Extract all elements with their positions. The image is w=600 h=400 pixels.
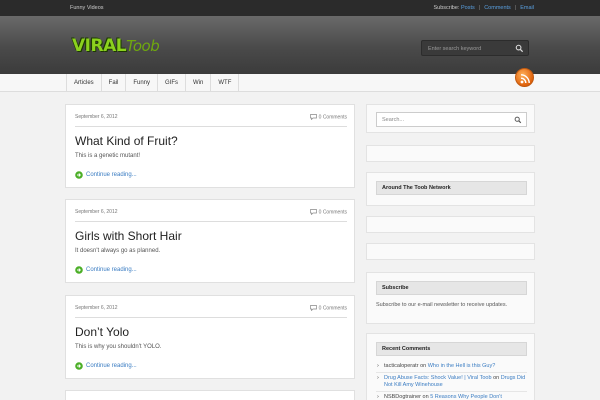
comment-bubble-icon xyxy=(309,209,317,215)
network-widget: Around The Toob Network xyxy=(366,172,535,206)
main-nav-bar: Articles Fail Funny GIFs Win WTF xyxy=(0,74,600,92)
nav-item-funny[interactable]: Funny xyxy=(125,74,157,92)
recent-comments-widget: Recent Comments › tacticaloperatr on Who … xyxy=(366,333,535,400)
header-search-input[interactable] xyxy=(428,44,513,53)
site-tagline: Funny Videos xyxy=(70,5,104,11)
list-item: › Drug Abuse Facts: Shock Value! | Viral … xyxy=(376,373,527,392)
email-subscribe-link[interactable]: Email xyxy=(520,5,534,11)
widget-title: Around The Toob Network xyxy=(376,181,527,195)
list-item: › NSBDogtrainer on 5 Reasons Why People D… xyxy=(376,392,527,400)
post-card xyxy=(65,390,355,400)
category-nav: Articles Fail Funny GIFs Win WTF xyxy=(66,74,240,92)
subscribe-widget: Subscribe Subscribe to our e-mail newsle… xyxy=(366,272,535,324)
post-date: September 6, 2012 xyxy=(75,305,118,311)
divider xyxy=(75,317,347,318)
post-meta: September 6, 2012 0 Comments xyxy=(75,305,347,311)
widget-title: Subscribe xyxy=(376,281,527,295)
subscribe-label: Subscribe: xyxy=(433,5,460,11)
post-card: September 6, 2012 0 Comments What Kind o… xyxy=(65,104,355,188)
sidebar-search-input[interactable] xyxy=(382,116,502,124)
list-item: › tacticaloperatr on Who in the Hell is t… xyxy=(376,361,527,373)
post-meta: September 6, 2012 0 Comments xyxy=(75,209,347,215)
continue-reading-link[interactable]: Continue reading... xyxy=(75,362,137,370)
rss-icon xyxy=(520,74,530,84)
site-logo[interactable]: VIRALToob xyxy=(72,36,160,56)
post-meta: September 6, 2012 0 Comments xyxy=(75,114,347,120)
logo-toob-text: Toob xyxy=(126,37,160,55)
post-comments-link[interactable]: 0 Comments xyxy=(309,305,347,311)
post-title[interactable]: What Kind of Fruit? xyxy=(75,134,178,148)
divider xyxy=(75,221,347,222)
continue-reading-link[interactable]: Continue reading... xyxy=(75,266,137,274)
comment-author-link[interactable]: Drug Abuse Facts: Shock Value! | Viral T… xyxy=(384,375,492,381)
empty-widget xyxy=(366,145,535,162)
comment-author: NSBDogtrainer xyxy=(384,394,421,400)
comment-post-link[interactable]: Who in the Hell is this Guy? xyxy=(428,363,496,369)
top-bar: Funny Videos Subscribe: Posts | Comments | E… xyxy=(0,0,600,16)
header-search-box xyxy=(421,40,529,56)
post-title[interactable]: Girls with Short Hair xyxy=(75,229,182,243)
comment-bubble-icon xyxy=(309,305,317,311)
post-card: September 6, 2012 0 Comments Don’t Yolo … xyxy=(65,295,355,379)
post-title[interactable]: Don’t Yolo xyxy=(75,325,129,339)
subscribe-description: Subscribe to our e-mail newsletter to re… xyxy=(376,302,508,308)
posts-feed-link[interactable]: Posts xyxy=(461,5,475,11)
comment-author: tacticaloperatr xyxy=(384,363,419,369)
arrow-right-circle-icon xyxy=(75,362,83,370)
comment-bubble-icon xyxy=(309,114,317,120)
search-icon[interactable] xyxy=(515,44,524,53)
post-date: September 6, 2012 xyxy=(75,209,118,215)
divider xyxy=(75,126,347,127)
nav-item-wtf[interactable]: WTF xyxy=(210,74,240,92)
empty-widget xyxy=(366,216,535,233)
recent-comments-list: › tacticaloperatr on Who in the Hell is t… xyxy=(376,361,527,400)
nav-item-fail[interactable]: Fail xyxy=(100,74,126,92)
post-card: September 6, 2012 0 Comments Girls with … xyxy=(65,199,355,283)
rss-feed-button[interactable] xyxy=(515,68,534,87)
post-comments-link[interactable]: 0 Comments xyxy=(309,114,347,120)
logo-viral-text: VIRAL xyxy=(72,36,127,56)
continue-reading-link[interactable]: Continue reading... xyxy=(75,171,137,179)
comment-post-link[interactable]: 5 Reasons Why People Don't xyxy=(430,394,502,400)
post-excerpt: This is a genetic mutant! xyxy=(75,153,141,159)
search-widget xyxy=(366,104,535,133)
nav-item-articles[interactable]: Articles xyxy=(66,74,101,92)
site-header: VIRALToob xyxy=(0,16,600,74)
search-icon[interactable] xyxy=(514,116,522,124)
nav-item-gifs[interactable]: GIFs xyxy=(157,74,185,92)
nav-item-win[interactable]: Win xyxy=(185,74,210,92)
post-comments-link[interactable]: 0 Comments xyxy=(309,209,347,215)
sidebar-search-box xyxy=(376,112,527,127)
subscribe-links: Subscribe: Posts | Comments | Email xyxy=(433,5,534,11)
widget-title: Recent Comments xyxy=(376,342,527,356)
arrow-right-circle-icon xyxy=(75,266,83,274)
post-excerpt: This is why you shouldn't YOLO. xyxy=(75,344,162,350)
post-date: September 6, 2012 xyxy=(75,114,118,120)
post-excerpt: It doesn't always go as planned. xyxy=(75,248,161,254)
comments-feed-link[interactable]: Comments xyxy=(484,5,511,11)
arrow-right-circle-icon xyxy=(75,171,83,179)
empty-widget xyxy=(366,243,535,260)
